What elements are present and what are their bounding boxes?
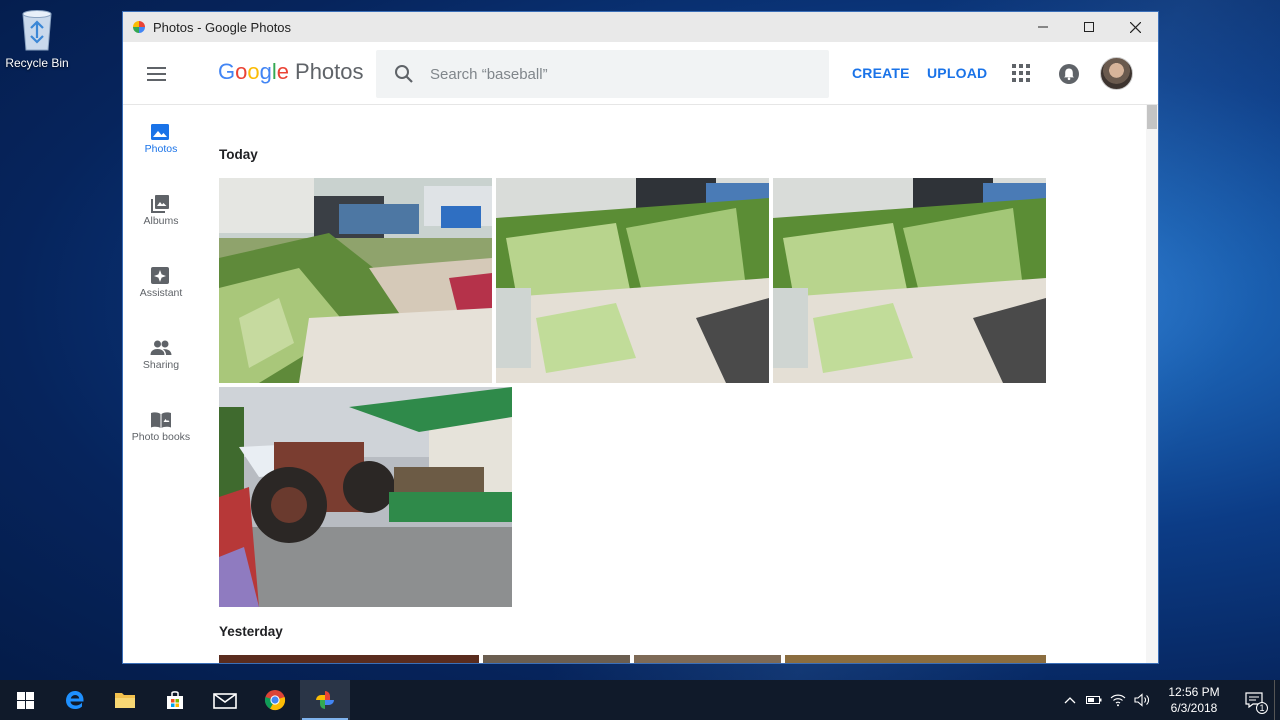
book-icon bbox=[151, 412, 171, 428]
photo-thumbnail[interactable] bbox=[483, 655, 630, 663]
section-header-today: Today bbox=[219, 147, 258, 162]
search-bar[interactable] bbox=[376, 50, 829, 98]
left-navigation: Photos Albums Assistant Sharing Photo bo… bbox=[123, 105, 199, 465]
account-avatar[interactable] bbox=[1100, 57, 1133, 90]
store-icon bbox=[167, 691, 183, 709]
photo-thumbnail[interactable] bbox=[785, 655, 1046, 663]
action-center-button[interactable]: 1 bbox=[1234, 680, 1274, 720]
google-photos-logo[interactable]: Google Photos bbox=[218, 59, 364, 85]
clock-date: 6/3/2018 bbox=[1170, 701, 1218, 715]
show-hidden-icons-button[interactable] bbox=[1058, 680, 1082, 720]
battery-indicator[interactable] bbox=[1082, 680, 1106, 720]
title-bar[interactable]: Photos - Google Photos bbox=[123, 12, 1158, 42]
logo-letter: o bbox=[235, 59, 248, 84]
logo-letter: o bbox=[247, 59, 260, 84]
system-tray: 12:56 PM 6/3/2018 1 bbox=[1058, 680, 1280, 720]
hamburger-icon-line bbox=[147, 79, 166, 81]
clock-time: 12:56 PM bbox=[1168, 685, 1220, 699]
scrollbar-thumb[interactable] bbox=[1147, 105, 1157, 129]
notification-count-badge: 1 bbox=[1256, 702, 1268, 714]
section-header-yesterday: Yesterday bbox=[219, 624, 283, 639]
logo-letter: G bbox=[218, 59, 236, 84]
app-window: Photos - Google Photos Google Photos Sea… bbox=[122, 11, 1159, 664]
speaker-icon bbox=[1134, 693, 1149, 707]
google-apps-button[interactable] bbox=[1012, 64, 1030, 82]
show-desktop-button[interactable] bbox=[1274, 680, 1280, 720]
nav-albums[interactable]: Albums bbox=[123, 177, 199, 249]
people-icon bbox=[150, 340, 172, 355]
chevron-up-icon bbox=[1064, 697, 1076, 704]
logo-product-name: Photos bbox=[295, 59, 364, 84]
close-button[interactable] bbox=[1112, 12, 1158, 42]
windows-taskbar: 12:56 PM 6/3/2018 1 bbox=[0, 680, 1280, 720]
minimize-button[interactable] bbox=[1020, 12, 1066, 42]
photo-thumbnail[interactable] bbox=[773, 178, 1046, 383]
window-title: Photos - Google Photos bbox=[153, 19, 292, 35]
photo-thumbnail[interactable] bbox=[219, 178, 492, 383]
nav-label: Photos bbox=[144, 143, 178, 155]
main-menu-button[interactable] bbox=[147, 62, 173, 86]
logo-letter: g bbox=[259, 59, 272, 84]
scrollbar-track[interactable] bbox=[1146, 105, 1158, 663]
taskbar-file-explorer[interactable] bbox=[100, 680, 150, 720]
taskbar-store[interactable] bbox=[150, 680, 200, 720]
search-input[interactable] bbox=[430, 65, 790, 83]
assistant-icon bbox=[151, 267, 169, 284]
nav-photo-books[interactable]: Photo books bbox=[123, 393, 199, 465]
mail-icon bbox=[213, 693, 237, 709]
upload-button[interactable]: UPLOAD bbox=[927, 65, 987, 81]
photo-thumbnail[interactable] bbox=[496, 178, 769, 383]
maximize-button[interactable] bbox=[1066, 12, 1112, 42]
photo-thumbnail[interactable] bbox=[219, 387, 512, 607]
photo-grid: Today Yesterday bbox=[219, 105, 1119, 663]
nav-label: Albums bbox=[143, 215, 179, 227]
google-photos-icon bbox=[133, 21, 145, 33]
app-header: Google Photos CREATE UPLOAD bbox=[123, 42, 1158, 105]
create-button[interactable]: CREATE bbox=[852, 65, 910, 81]
start-button[interactable] bbox=[0, 680, 50, 720]
hamburger-icon-line bbox=[147, 73, 166, 75]
search-icon bbox=[395, 65, 413, 83]
albums-icon bbox=[151, 195, 169, 213]
taskbar-clock[interactable]: 12:56 PM 6/3/2018 bbox=[1162, 684, 1226, 716]
hamburger-icon-line bbox=[147, 67, 166, 69]
wifi-indicator[interactable] bbox=[1106, 680, 1130, 720]
photo-thumbnail[interactable] bbox=[634, 655, 781, 663]
windows-start-icon bbox=[16, 691, 34, 709]
volume-indicator[interactable] bbox=[1130, 680, 1154, 720]
google-photos-icon bbox=[316, 691, 334, 709]
chrome-icon bbox=[264, 690, 286, 711]
nav-photos[interactable]: Photos bbox=[123, 105, 199, 177]
nav-label: Sharing bbox=[142, 359, 180, 371]
nav-label: Photo books bbox=[131, 431, 191, 443]
file-explorer-icon bbox=[115, 693, 135, 708]
close-icon bbox=[1129, 21, 1141, 33]
recycle-bin-shortcut[interactable]: Recycle Bin bbox=[4, 6, 70, 70]
taskbar-edge[interactable] bbox=[50, 680, 100, 720]
logo-letter: e bbox=[276, 59, 290, 84]
recycle-bin-icon bbox=[22, 10, 52, 51]
maximize-icon bbox=[1084, 22, 1094, 32]
nav-assistant[interactable]: Assistant bbox=[123, 249, 199, 321]
photo-icon bbox=[151, 124, 169, 140]
edge-icon bbox=[66, 691, 84, 709]
wifi-icon bbox=[1110, 694, 1126, 707]
taskbar-google-photos[interactable] bbox=[300, 680, 350, 720]
notifications-bell-icon[interactable] bbox=[1058, 63, 1080, 85]
apps-grid-icon bbox=[1012, 64, 1016, 68]
photo-thumbnail[interactable] bbox=[219, 655, 479, 663]
taskbar-chrome[interactable] bbox=[250, 680, 300, 720]
recycle-bin-label: Recycle Bin bbox=[5, 56, 69, 70]
battery-icon bbox=[1086, 696, 1102, 704]
nav-sharing[interactable]: Sharing bbox=[123, 321, 199, 393]
nav-label: Assistant bbox=[139, 287, 183, 299]
taskbar-mail[interactable] bbox=[200, 680, 250, 720]
minimize-icon bbox=[1038, 26, 1048, 28]
